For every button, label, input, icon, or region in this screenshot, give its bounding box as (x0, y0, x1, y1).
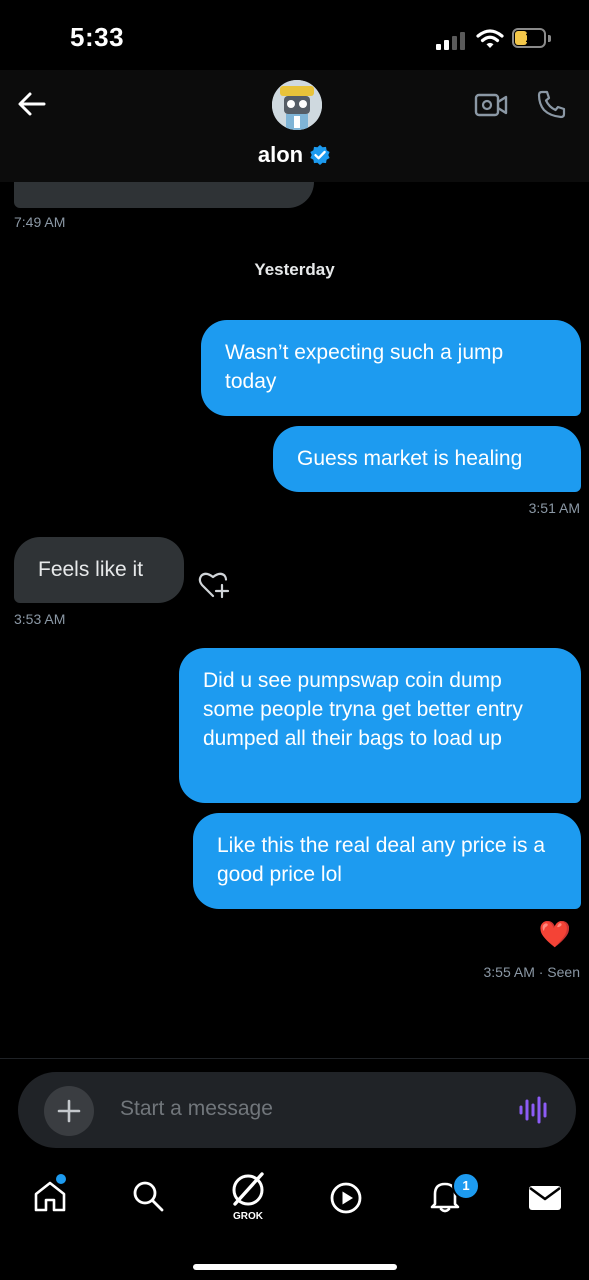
message-bubble-outgoing[interactable]: Like this the real deal any price is a g… (193, 813, 581, 909)
video-call-icon[interactable] (474, 90, 508, 120)
message-bubble-outgoing[interactable]: Wasn’t expecting such a jump today (201, 320, 581, 416)
voice-message-icon[interactable] (518, 1096, 550, 1124)
add-reaction-icon[interactable] (198, 570, 232, 600)
message-text: Like this the real deal any price is a g… (217, 834, 546, 886)
robot-avatar-icon (272, 80, 322, 130)
grok-label: GROK (233, 1211, 263, 1222)
avatar[interactable] (272, 80, 322, 130)
home-unread-dot (56, 1174, 66, 1184)
composer-divider (0, 1058, 589, 1059)
message-text: Feels like it (38, 558, 144, 581)
battery-icon: 1 (512, 28, 554, 50)
home-indicator (193, 1264, 397, 1270)
message-timestamp: 7:49 AM (14, 214, 66, 230)
seen-status: · Seen (538, 964, 580, 980)
message-timestamp: 3:55 AM (483, 964, 535, 980)
day-separator: Yesterday (254, 260, 335, 279)
search-icon[interactable] (130, 1178, 166, 1214)
add-attachment-button[interactable] (44, 1086, 94, 1136)
plus-icon (57, 1099, 81, 1123)
status-time: 5:33 (70, 22, 125, 52)
wifi-icon (476, 29, 504, 48)
message-bubble-outgoing[interactable]: Guess market is healing (273, 426, 581, 492)
video-play-icon[interactable] (328, 1180, 364, 1216)
message-composer[interactable] (18, 1072, 576, 1148)
message-text: Did u see pumpswap coin dump some people… (203, 669, 523, 750)
bottom-tab-bar (0, 1160, 589, 1280)
contact-name[interactable]: alon (0, 142, 589, 168)
cellular-signal-icon (436, 32, 465, 50)
message-bubble-outgoing[interactable]: Did u see pumpswap coin dump some people… (179, 648, 581, 803)
notifications-count-badge: 1 (452, 1172, 480, 1200)
heart-reaction-icon[interactable]: ❤️ (539, 918, 571, 950)
message-bubble-incoming[interactable]: Feels like it (14, 537, 184, 603)
message-status: 3:55 AM · Seen (483, 964, 580, 980)
message-text: Guess market is healing (297, 447, 523, 470)
messages-envelope-icon[interactable] (527, 1180, 563, 1216)
message-text: Wasn’t expecting such a jump today (225, 341, 504, 393)
message-timestamp: 3:53 AM (14, 611, 66, 627)
back-arrow-icon[interactable] (16, 88, 48, 120)
phone-call-icon[interactable] (536, 88, 568, 120)
message-timestamp: 3:51 AM (528, 500, 580, 516)
verified-badge-icon (310, 145, 330, 165)
contact-name-label: alon (257, 142, 304, 167)
battery-level: 1 (525, 29, 533, 45)
grok-icon[interactable] (226, 1170, 270, 1210)
message-input[interactable]: Start a message (120, 1097, 273, 1121)
